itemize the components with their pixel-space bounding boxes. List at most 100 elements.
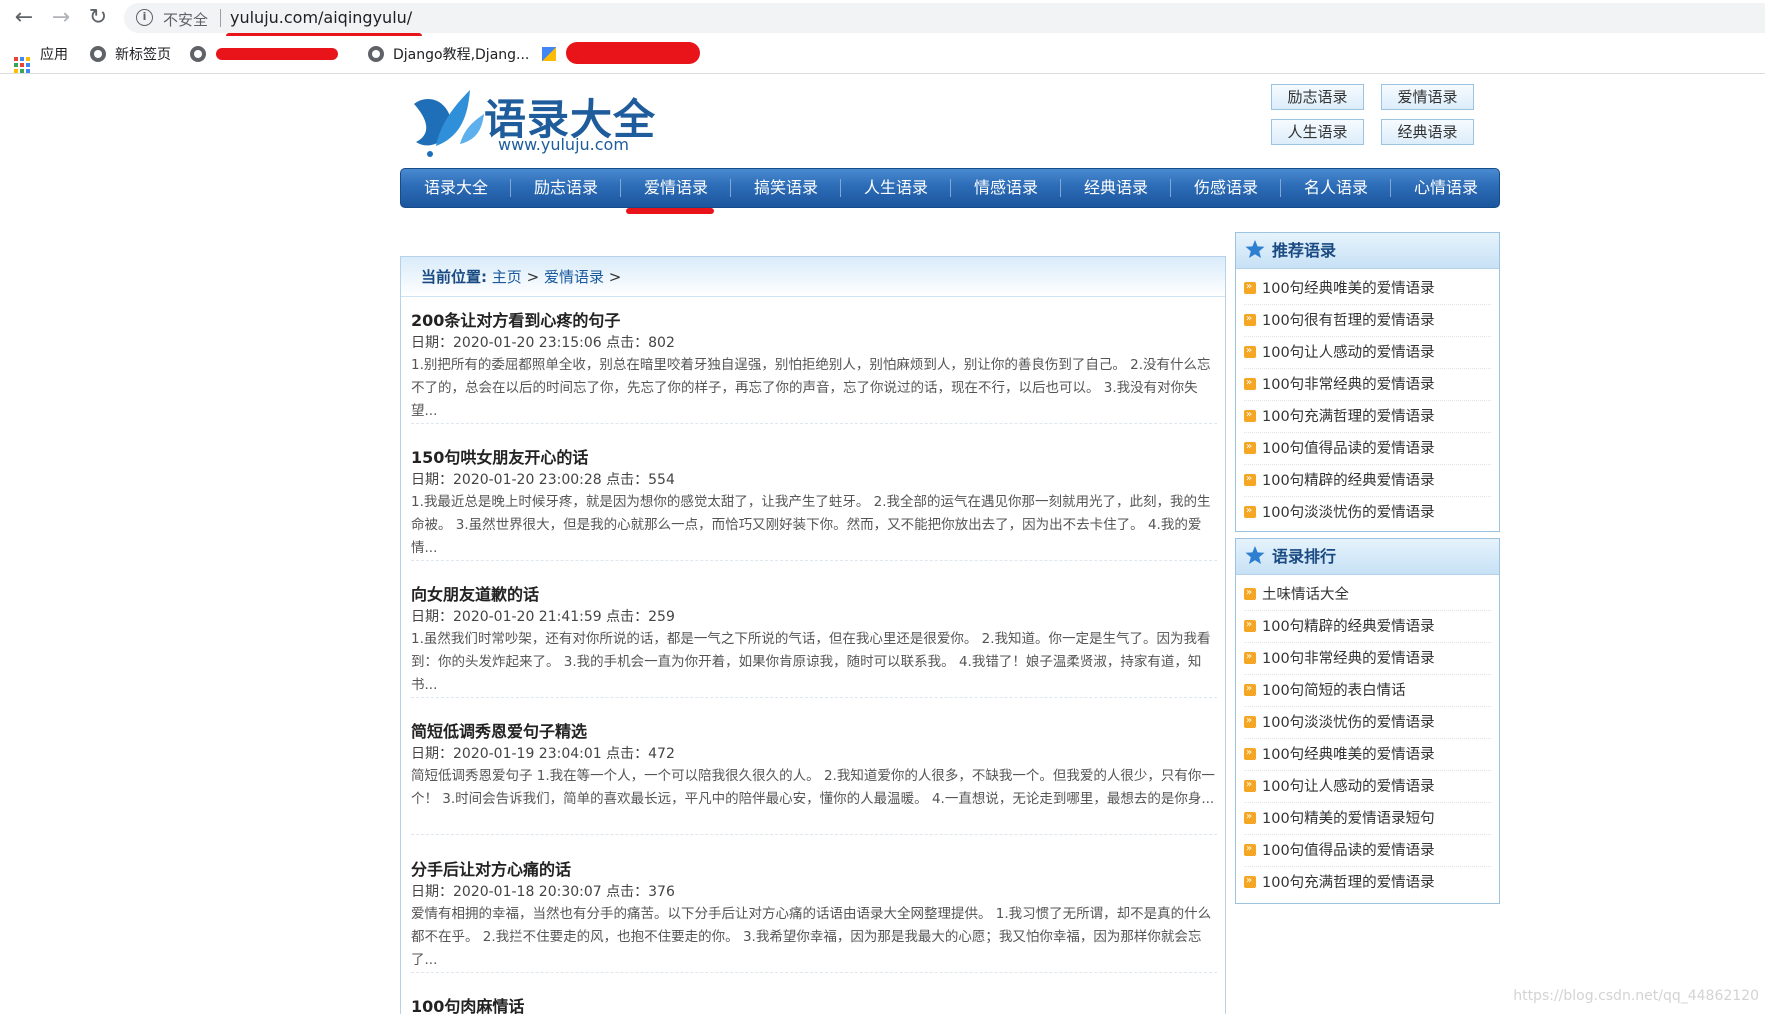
item-label: 100句精辟的经典爱情语录	[1262, 619, 1435, 635]
top-link-life[interactable]: 人生语录	[1271, 119, 1364, 145]
item-label: 100句精美的爱情语录短句	[1262, 811, 1435, 827]
list-item[interactable]: 100句充满哲理的爱情语录	[1244, 401, 1491, 433]
breadcrumb-home-link[interactable]: 主页	[492, 268, 522, 286]
article-meta: 日期：2020-01-20 23:00:28 点击：554	[411, 472, 675, 488]
top-link-inspiration[interactable]: 励志语录	[1271, 84, 1364, 110]
list-item[interactable]: 100句淡淡忧伤的爱情语录	[1244, 707, 1491, 739]
bookmark-django[interactable]: Django教程,Djang...	[368, 44, 529, 66]
arrow-bullet-icon	[1244, 497, 1256, 526]
list-item: 向女朋友道歉的话 日期：2020-01-20 21:41:59 点击：259 1…	[411, 573, 1217, 698]
nav-item-sad[interactable]: 伤感语录	[1171, 169, 1281, 207]
bookmark-colored[interactable]	[542, 44, 556, 66]
arrow-bullet-icon	[1244, 305, 1256, 334]
item-label: 100句简短的表白情话	[1262, 683, 1406, 699]
article-excerpt: 爱情有相拥的幸福，当然也有分手的痛苦。以下分手后让对方心痛的话语由语录大全网整理…	[411, 906, 1212, 968]
nav-item-life[interactable]: 人生语录	[841, 169, 951, 207]
bookmark-apps[interactable]: 应用	[14, 44, 68, 73]
url-text[interactable]: yuluju.com/aiqingyulu/	[230, 8, 412, 27]
article-title[interactable]: 150句哄女朋友开心的话	[411, 444, 588, 468]
list-item[interactable]: 100句淡淡忧伤的爱情语录	[1244, 497, 1491, 529]
redaction-mark	[626, 208, 714, 214]
article-list-panel: 当前位置: 主页 > 爱情语录 > 200条让对方看到心疼的句子 日期：2020…	[400, 256, 1226, 1014]
list-item: 100句肉麻情话	[411, 985, 1217, 1014]
top-link-classic[interactable]: 经典语录	[1381, 119, 1474, 145]
item-label: 100句值得品读的爱情语录	[1262, 441, 1435, 457]
item-label: 100句很有哲理的爱情语录	[1262, 313, 1435, 329]
item-label: 100句经典唯美的爱情语录	[1262, 281, 1435, 297]
bookmark-label: 新标签页	[115, 47, 171, 63]
apps-grid-icon	[14, 57, 30, 73]
globe-icon	[90, 46, 106, 62]
ranking-heading: 语录排行	[1236, 539, 1499, 575]
nav-item-home[interactable]: 语录大全	[401, 169, 511, 207]
nav-item-famous[interactable]: 名人语录	[1281, 169, 1391, 207]
article-title[interactable]: 简短低调秀恩爱句子精选	[411, 718, 587, 742]
article-title[interactable]: 分手后让对方心痛的话	[411, 856, 571, 880]
nav-item-mood[interactable]: 心情语录	[1391, 169, 1501, 207]
article-excerpt: 1.我最近总是晚上时候牙疼，就是因为想你的感觉太甜了，让我产生了蛀牙。 2.我全…	[411, 494, 1211, 556]
nav-item-love[interactable]: 爱情语录	[621, 169, 731, 207]
browser-toolbar: ← → ↻ i 不安全 yuluju.com/aiqingyulu/	[0, 0, 1765, 36]
forward-arrow-icon[interactable]: →	[47, 4, 75, 32]
bookmark-redacted[interactable]	[190, 44, 215, 66]
article-title[interactable]: 200条让对方看到心疼的句子	[411, 307, 620, 331]
top-link-love[interactable]: 爱情语录	[1381, 84, 1474, 110]
list-item[interactable]: 土味情话大全	[1244, 579, 1491, 611]
nav-item-funny[interactable]: 搞笑语录	[731, 169, 841, 207]
list-item[interactable]: 100句让人感动的爱情语录	[1244, 771, 1491, 803]
list-item[interactable]: 100句精辟的经典爱情语录	[1244, 611, 1491, 643]
list-item[interactable]: 100句简短的表白情话	[1244, 675, 1491, 707]
list-item[interactable]: 100句非常经典的爱情语录	[1244, 369, 1491, 401]
item-label: 100句值得品读的爱情语录	[1262, 843, 1435, 859]
list-item[interactable]: 100句让人感动的爱情语录	[1244, 337, 1491, 369]
list-item[interactable]: 100句充满哲理的爱情语录	[1244, 867, 1491, 899]
breadcrumb-separator: >	[608, 268, 622, 286]
list-item: 分手后让对方心痛的话 日期：2020-01-18 20:30:07 点击：376…	[411, 848, 1217, 973]
article-title[interactable]: 100句肉麻情话	[411, 993, 524, 1014]
item-label: 100句非常经典的爱情语录	[1262, 377, 1435, 393]
list-item[interactable]: 100句经典唯美的爱情语录	[1244, 273, 1491, 305]
breadcrumb-separator: >	[526, 268, 540, 286]
bookmark-color-icon	[542, 47, 556, 61]
site-logo[interactable]: 语录大全 www.yuluju.com	[406, 84, 666, 158]
item-label: 100句充满哲理的爱情语录	[1262, 875, 1435, 891]
arrow-bullet-icon	[1244, 611, 1256, 640]
nav-item-classic[interactable]: 经典语录	[1061, 169, 1171, 207]
main-nav: 语录大全 励志语录 爱情语录 搞笑语录 人生语录 情感语录 经典语录 伤感语录 …	[400, 168, 1500, 208]
list-item[interactable]: 100句非常经典的爱情语录	[1244, 643, 1491, 675]
list-item[interactable]: 100句很有哲理的爱情语录	[1244, 305, 1491, 337]
reload-icon[interactable]: ↻	[84, 4, 112, 32]
item-label: 100句淡淡忧伤的爱情语录	[1262, 715, 1435, 731]
article-excerpt: 1.虽然我们时常吵架，还有对你所说的话，都是一气之下所说的气话，但在我心里还是很…	[411, 631, 1211, 693]
list-item[interactable]: 100句精辟的经典爱情语录	[1244, 465, 1491, 497]
logo-url: www.yuluju.com	[498, 135, 629, 154]
back-arrow-icon[interactable]: ←	[10, 4, 38, 32]
redaction-mark	[566, 42, 700, 64]
arrow-bullet-icon	[1244, 867, 1256, 896]
arrow-bullet-icon	[1244, 835, 1256, 864]
watermark: https://blog.csdn.net/qq_44862120	[1513, 988, 1759, 1004]
bookmark-new-tab[interactable]: 新标签页	[90, 44, 171, 66]
list-item: 150句哄女朋友开心的话 日期：2020-01-20 23:00:28 点击：5…	[411, 436, 1217, 561]
bookmark-label: 应用	[40, 47, 68, 63]
leaf-logo-icon	[414, 90, 484, 157]
article-title[interactable]: 向女朋友道歉的话	[411, 581, 539, 605]
list-item[interactable]: 100句精美的爱情语录短句	[1244, 803, 1491, 835]
insecure-label: 不安全	[163, 11, 209, 29]
arrow-bullet-icon	[1244, 771, 1256, 800]
nav-item-inspiration[interactable]: 励志语录	[511, 169, 621, 207]
globe-icon	[368, 46, 384, 62]
list-item[interactable]: 100句值得品读的爱情语录	[1244, 835, 1491, 867]
info-icon[interactable]: i	[136, 9, 153, 26]
nav-item-emotion[interactable]: 情感语录	[951, 169, 1061, 207]
list-item[interactable]: 100句值得品读的爱情语录	[1244, 433, 1491, 465]
address-bar[interactable]: i 不安全 yuluju.com/aiqingyulu/	[124, 3, 1765, 33]
list-item[interactable]: 100句经典唯美的爱情语录	[1244, 739, 1491, 771]
item-label: 100句淡淡忧伤的爱情语录	[1262, 505, 1435, 521]
recommended-heading: 推荐语录	[1236, 233, 1499, 269]
arrow-bullet-icon	[1244, 273, 1256, 302]
article-excerpt: 简短低调秀恩爱句子 1.我在等一个人，一个可以陪我很久很久的人。 2.我知道爱你…	[411, 768, 1215, 807]
arrow-bullet-icon	[1244, 707, 1256, 736]
redaction-mark	[216, 48, 338, 60]
breadcrumb-current-link[interactable]: 爱情语录	[544, 268, 604, 286]
